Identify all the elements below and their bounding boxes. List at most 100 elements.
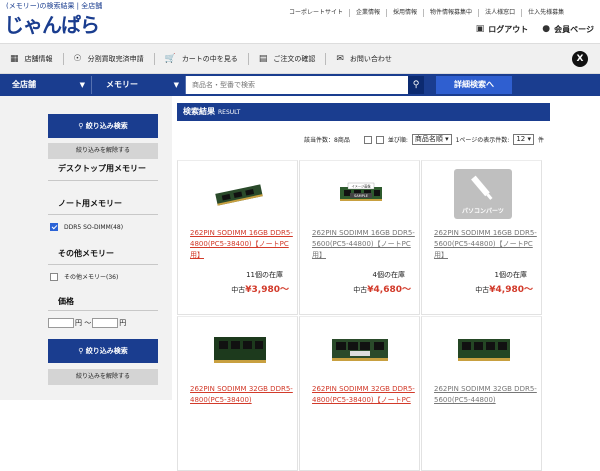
- price-max-input[interactable]: [92, 318, 119, 328]
- chevron-down-icon: ▼: [173, 81, 179, 89]
- memory-photo[interactable]: [456, 329, 512, 369]
- nav-label: お問い合わせ: [349, 55, 392, 63]
- product-card[interactable]: 262PIN SODIMM 32GB DDR5-4800(PC5-38400): [177, 316, 298, 471]
- member-page-link[interactable]: ● 会員ページ: [542, 24, 594, 35]
- link-corporate-window[interactable]: 法人様窓口: [478, 9, 521, 17]
- price-unit: 円: [119, 319, 127, 327]
- product-price: 中古¥3,980〜: [231, 282, 289, 295]
- nav-bar: ▦ 店舗情報 ☉ 分割買取完済申請 🛒 カートの中を見る ▤ ご注文の確認 ✉ …: [0, 44, 600, 74]
- price-value: ¥4,680〜: [367, 285, 411, 295]
- pc-parts-placeholder[interactable]: パソコンパーツ: [454, 169, 512, 219]
- category-select[interactable]: メモリー ▼: [98, 76, 186, 94]
- product-title[interactable]: 262PIN SODIMM 32GB DDR5-4800(PC5-38400)【…: [312, 384, 417, 406]
- memory-photo[interactable]: [212, 329, 268, 369]
- divider: [48, 180, 158, 181]
- cart-icon: 🛒: [164, 53, 176, 64]
- search-bar: 全店舗 ▼ メモリー ▼ ⚲ 詳細検索へ: [0, 74, 600, 96]
- grid-view-icon[interactable]: [375, 135, 384, 144]
- document-icon: ▤: [258, 53, 268, 64]
- store-icon: ▦: [10, 53, 19, 64]
- price-value: ¥3,980〜: [245, 285, 289, 295]
- product-title[interactable]: 262PIN SODIMM 16GB DDR5-4800(PC5-38400)【…: [190, 228, 295, 261]
- nav-label: 分割買取完済申請: [87, 55, 144, 63]
- advanced-search-button[interactable]: 詳細検索へ: [436, 76, 512, 94]
- product-title[interactable]: 262PIN SODIMM 32GB DDR5-4800(PC5-38400): [190, 384, 295, 406]
- product-card[interactable]: イメージ画像 SAMPLE 262PIN SODIMM 16GB DDR5-56…: [299, 160, 420, 315]
- product-card[interactable]: パソコンパーツ 262PIN SODIMM 16GB DDR5-5600(PC5…: [421, 160, 542, 315]
- sort-select[interactable]: 商品名順 ▾: [411, 134, 452, 145]
- filter-search-button[interactable]: ⚲ 絞り込み検索: [48, 114, 158, 138]
- checkbox-ddr5-sodimm[interactable]: DDR5 SO-DIMM(48): [50, 223, 123, 231]
- checkbox-unchecked[interactable]: [50, 272, 58, 281]
- product-stock: 1個の在庫: [494, 271, 527, 279]
- category-desktop-memory[interactable]: デスクトップ用メモリー: [58, 163, 146, 174]
- filter-sidebar: ⚲ 絞り込み検索 絞り込みを解除する デスクトップ用メモリー ノート用メモリー …: [0, 96, 172, 400]
- product-card[interactable]: 262PIN SODIMM 32GB DDR5-5600(PC5-44800): [421, 316, 542, 471]
- product-stock: 4個の在庫: [372, 271, 405, 279]
- product-card[interactable]: 262PIN SODIMM 32GB DDR5-4800(PC5-38400)【…: [299, 316, 420, 471]
- category-select-value: メモリー: [106, 80, 138, 89]
- link-recruit[interactable]: 採用情報: [386, 9, 423, 17]
- product-stock: 11個の在庫: [246, 271, 283, 279]
- search-icon: ⚲: [412, 80, 420, 90]
- checkbox-label: その他メモリー(36): [64, 274, 119, 281]
- nav-installment[interactable]: ☉ 分割買取完済申請: [62, 53, 154, 65]
- store-select[interactable]: 全店舗 ▼: [4, 76, 92, 94]
- link-property[interactable]: 物件情報募集中: [423, 9, 478, 17]
- site-logo[interactable]: じゃんぱら: [4, 9, 100, 38]
- product-price: 中古¥4,980〜: [475, 282, 533, 295]
- product-condition: 中古: [231, 286, 246, 294]
- x-social-icon[interactable]: X: [572, 51, 588, 67]
- payment-icon: ☉: [73, 53, 82, 64]
- checkbox-checked[interactable]: [50, 223, 58, 231]
- lock-icon: ▣: [475, 24, 485, 34]
- site-header: (メモリー)の検索結果 | 全店舗 じゃんぱら コーポレートサイト 企業情報 採…: [0, 0, 600, 44]
- search-icon: ⚲: [78, 122, 86, 130]
- image-note-text: イメージ画像: [351, 184, 371, 189]
- checkbox-other-memory[interactable]: その他メモリー(36): [50, 272, 118, 281]
- link-corporate[interactable]: コーポレートサイト: [283, 9, 349, 17]
- product-title[interactable]: 262PIN SODIMM 16GB DDR5-5600(PC5-44800)【…: [312, 228, 417, 261]
- nav-order-check[interactable]: ▤ ご注文の確認: [247, 53, 326, 65]
- results-area: 検索結果 RESULT 該当件数：8商品 並び順: 商品名順 ▾ 1ページの表示件…: [177, 103, 550, 471]
- nav-label: ご注文の確認: [273, 55, 316, 63]
- search-input[interactable]: [186, 76, 408, 94]
- price-min-input[interactable]: [48, 318, 74, 328]
- perpage-unit: 件: [538, 137, 545, 144]
- clear-filter-button-bottom[interactable]: 絞り込みを解除する: [48, 369, 158, 385]
- product-card[interactable]: 262PIN SODIMM 16GB DDR5-4800(PC5-38400)【…: [177, 160, 298, 315]
- nav-label: 店舗情報: [24, 55, 53, 63]
- nav-contact[interactable]: ✉ お問い合わせ: [325, 53, 402, 65]
- sample-photo[interactable]: イメージ画像 SAMPLE: [336, 175, 386, 215]
- clear-filter-button[interactable]: 絞り込みを解除する: [48, 143, 158, 159]
- link-company[interactable]: 企業情報: [349, 9, 386, 17]
- category-notebook-memory[interactable]: ノート用メモリー: [58, 198, 122, 209]
- link-supplier[interactable]: 仕入先様募集: [521, 9, 570, 17]
- category-other-memory[interactable]: その他メモリー: [58, 248, 114, 259]
- account-links: ▣ ログアウト ● 会員ページ: [476, 24, 594, 35]
- divider: [48, 264, 158, 265]
- filter-button-label: 絞り込み検索: [85, 122, 128, 130]
- nav-cart[interactable]: 🛒 カートの中を見る: [153, 53, 248, 65]
- price-separator: 円 〜: [75, 319, 92, 327]
- nav-label: カートの中を見る: [181, 55, 238, 63]
- result-count: 該当件数：8商品: [304, 137, 350, 144]
- filter-search-button-bottom[interactable]: ⚲ 絞り込み検索: [48, 339, 158, 363]
- product-title[interactable]: 262PIN SODIMM 16GB DDR5-5600(PC5-44800)【…: [434, 228, 539, 261]
- price-value: ¥4,980〜: [489, 285, 533, 295]
- results-title: 検索結果: [183, 107, 215, 116]
- member-label: 会員ページ: [554, 25, 594, 34]
- memory-photo[interactable]: [214, 175, 264, 215]
- product-title[interactable]: 262PIN SODIMM 32GB DDR5-5600(PC5-44800): [434, 384, 539, 406]
- checkbox-label: DDR5 SO-DIMM(48): [64, 223, 124, 231]
- search-button[interactable]: ⚲: [408, 76, 424, 94]
- nav-store-info[interactable]: ▦ 店舗情報: [10, 53, 63, 65]
- sample-text: SAMPLE: [354, 194, 368, 198]
- list-view-icon[interactable]: [363, 135, 372, 144]
- logout-link[interactable]: ▣ ログアウト: [476, 24, 529, 35]
- sort-toolbar: 該当件数：8商品 並び順: 商品名順 ▾ 1ページの表示件数: 12 ▾ 件: [304, 134, 544, 145]
- divider: [48, 310, 158, 311]
- memory-photo[interactable]: [330, 329, 390, 369]
- product-condition: 中古: [353, 286, 368, 294]
- perpage-select[interactable]: 12 ▾: [513, 134, 535, 145]
